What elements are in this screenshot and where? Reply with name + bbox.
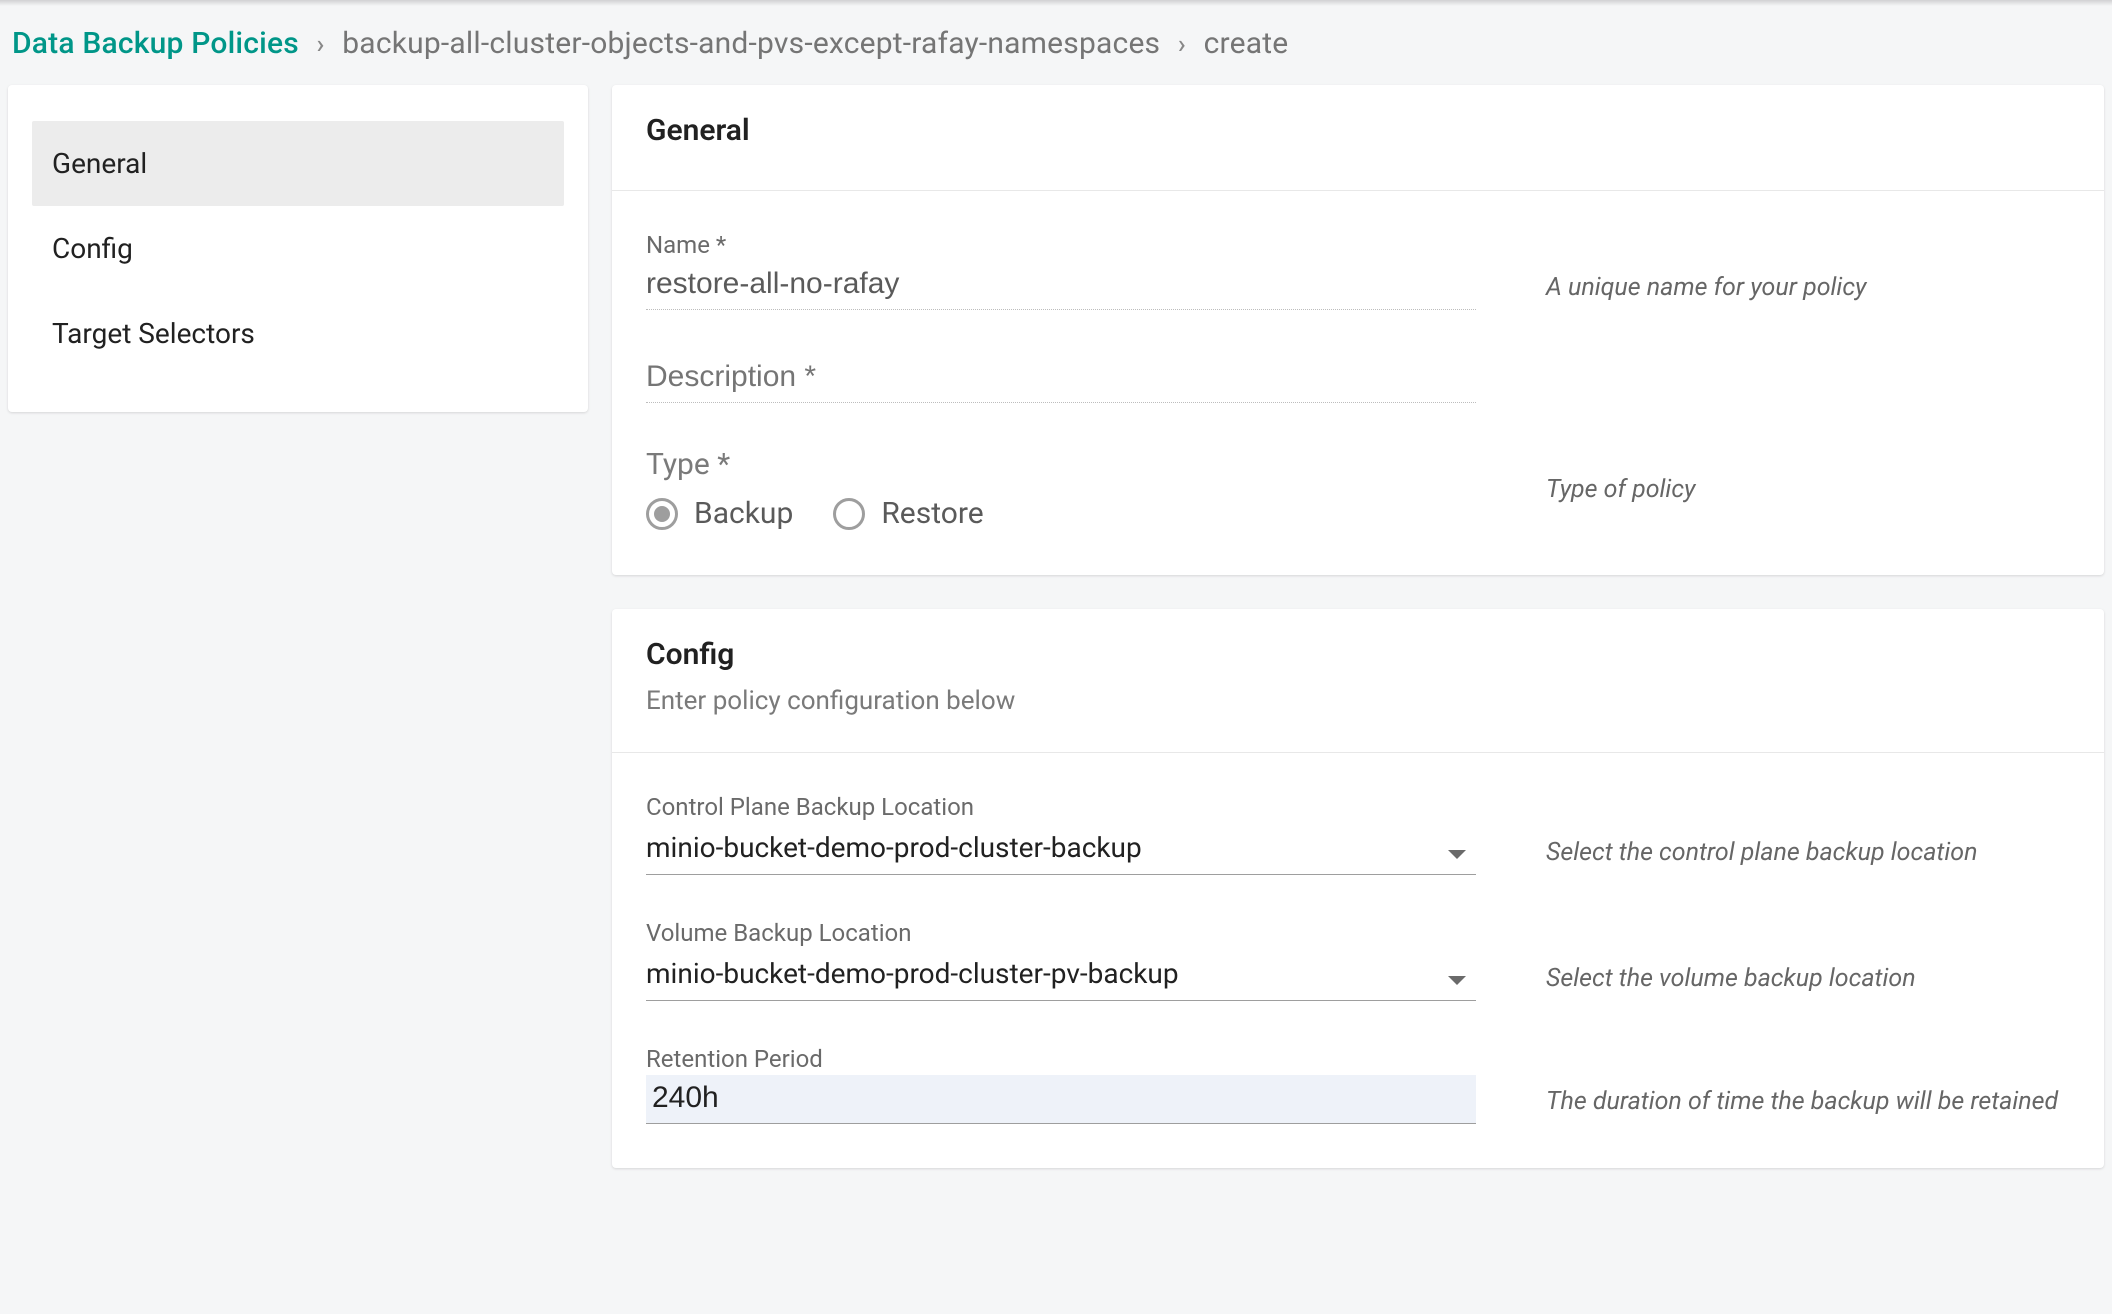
form-row-control-plane: Control Plane Backup Location minio-buck… — [646, 793, 2070, 875]
breadcrumb-item[interactable]: backup-all-cluster-objects-and-pvs-excep… — [342, 26, 1160, 61]
name-helper: A unique name for your policy — [1546, 273, 1866, 310]
description-input[interactable] — [646, 354, 1476, 403]
retention-label: Retention Period — [646, 1045, 1476, 1073]
breadcrumb-leaf: create — [1204, 26, 1289, 61]
volume-label: Volume Backup Location — [646, 919, 1476, 947]
sidebar-item-label: General — [52, 147, 147, 180]
description-field-wrap — [646, 354, 1476, 403]
sidebar-item-target-selectors[interactable]: Target Selectors — [32, 291, 564, 376]
card-body: Control Plane Backup Location minio-buck… — [612, 753, 2104, 1168]
sidebar-item-label: Target Selectors — [52, 317, 255, 350]
control-plane-select[interactable]: minio-bucket-demo-prod-cluster-backup — [646, 823, 1476, 875]
radio-label: Backup — [694, 496, 793, 531]
card-header: General — [612, 85, 2104, 191]
control-plane-field-wrap: Control Plane Backup Location minio-buck… — [646, 793, 1476, 875]
retention-input[interactable] — [646, 1075, 1476, 1124]
form-row-description — [646, 354, 2070, 403]
volume-helper: Select the volume backup location — [1546, 964, 1916, 1001]
type-helper: Type of policy — [1546, 475, 1696, 504]
sidebar: General Config Target Selectors — [8, 85, 588, 412]
control-plane-value: minio-bucket-demo-prod-cluster-backup — [646, 823, 1476, 875]
card-subtitle-config: Enter policy configuration below — [646, 686, 2070, 716]
name-field-wrap: Name * — [646, 231, 1476, 310]
card-title-config: Config — [646, 637, 2070, 672]
volume-field-wrap: Volume Backup Location minio-bucket-demo… — [646, 919, 1476, 1001]
type-field-wrap: Type * Backup Restore — [646, 447, 1476, 531]
card-body: Name * A unique name for your policy Typ… — [612, 191, 2104, 575]
form-row-volume: Volume Backup Location minio-bucket-demo… — [646, 919, 2070, 1001]
card-header: Config Enter policy configuration below — [612, 609, 2104, 753]
sidebar-item-label: Config — [52, 232, 133, 265]
form-row-type: Type * Backup Restore Type — [646, 447, 2070, 531]
radio-dot-icon — [654, 506, 670, 522]
retention-field-wrap: Retention Period — [646, 1045, 1476, 1124]
name-label: Name * — [646, 231, 1476, 259]
type-label: Type * — [646, 447, 1476, 482]
volume-value: minio-bucket-demo-prod-cluster-pv-backup — [646, 949, 1476, 1001]
form-row-name: Name * A unique name for your policy — [646, 231, 2070, 310]
sidebar-item-config[interactable]: Config — [32, 206, 564, 291]
card-title-general: General — [646, 113, 2070, 148]
main-content: General Name * A unique name for your po… — [612, 85, 2104, 1202]
radio-label: Restore — [881, 496, 983, 531]
radio-backup[interactable]: Backup — [646, 496, 793, 531]
breadcrumb-separator: › — [317, 30, 325, 60]
radio-circle-icon — [833, 498, 865, 530]
form-row-retention: Retention Period The duration of time th… — [646, 1045, 2070, 1124]
name-input[interactable] — [646, 261, 1476, 310]
breadcrumb: Data Backup Policies › backup-all-cluste… — [0, 6, 2112, 85]
config-card: Config Enter policy configuration below … — [612, 609, 2104, 1168]
control-plane-helper: Select the control plane backup location — [1546, 838, 1977, 875]
retention-helper: The duration of time the backup will be … — [1546, 1087, 2058, 1124]
radio-circle-icon — [646, 498, 678, 530]
general-card: General Name * A unique name for your po… — [612, 85, 2104, 575]
breadcrumb-root-link[interactable]: Data Backup Policies — [12, 26, 299, 61]
breadcrumb-separator: › — [1178, 30, 1186, 60]
radio-restore[interactable]: Restore — [833, 496, 983, 531]
sidebar-item-general[interactable]: General — [32, 121, 564, 206]
control-plane-label: Control Plane Backup Location — [646, 793, 1476, 821]
type-radio-group: Backup Restore — [646, 484, 1476, 531]
volume-select[interactable]: minio-bucket-demo-prod-cluster-pv-backup — [646, 949, 1476, 1001]
